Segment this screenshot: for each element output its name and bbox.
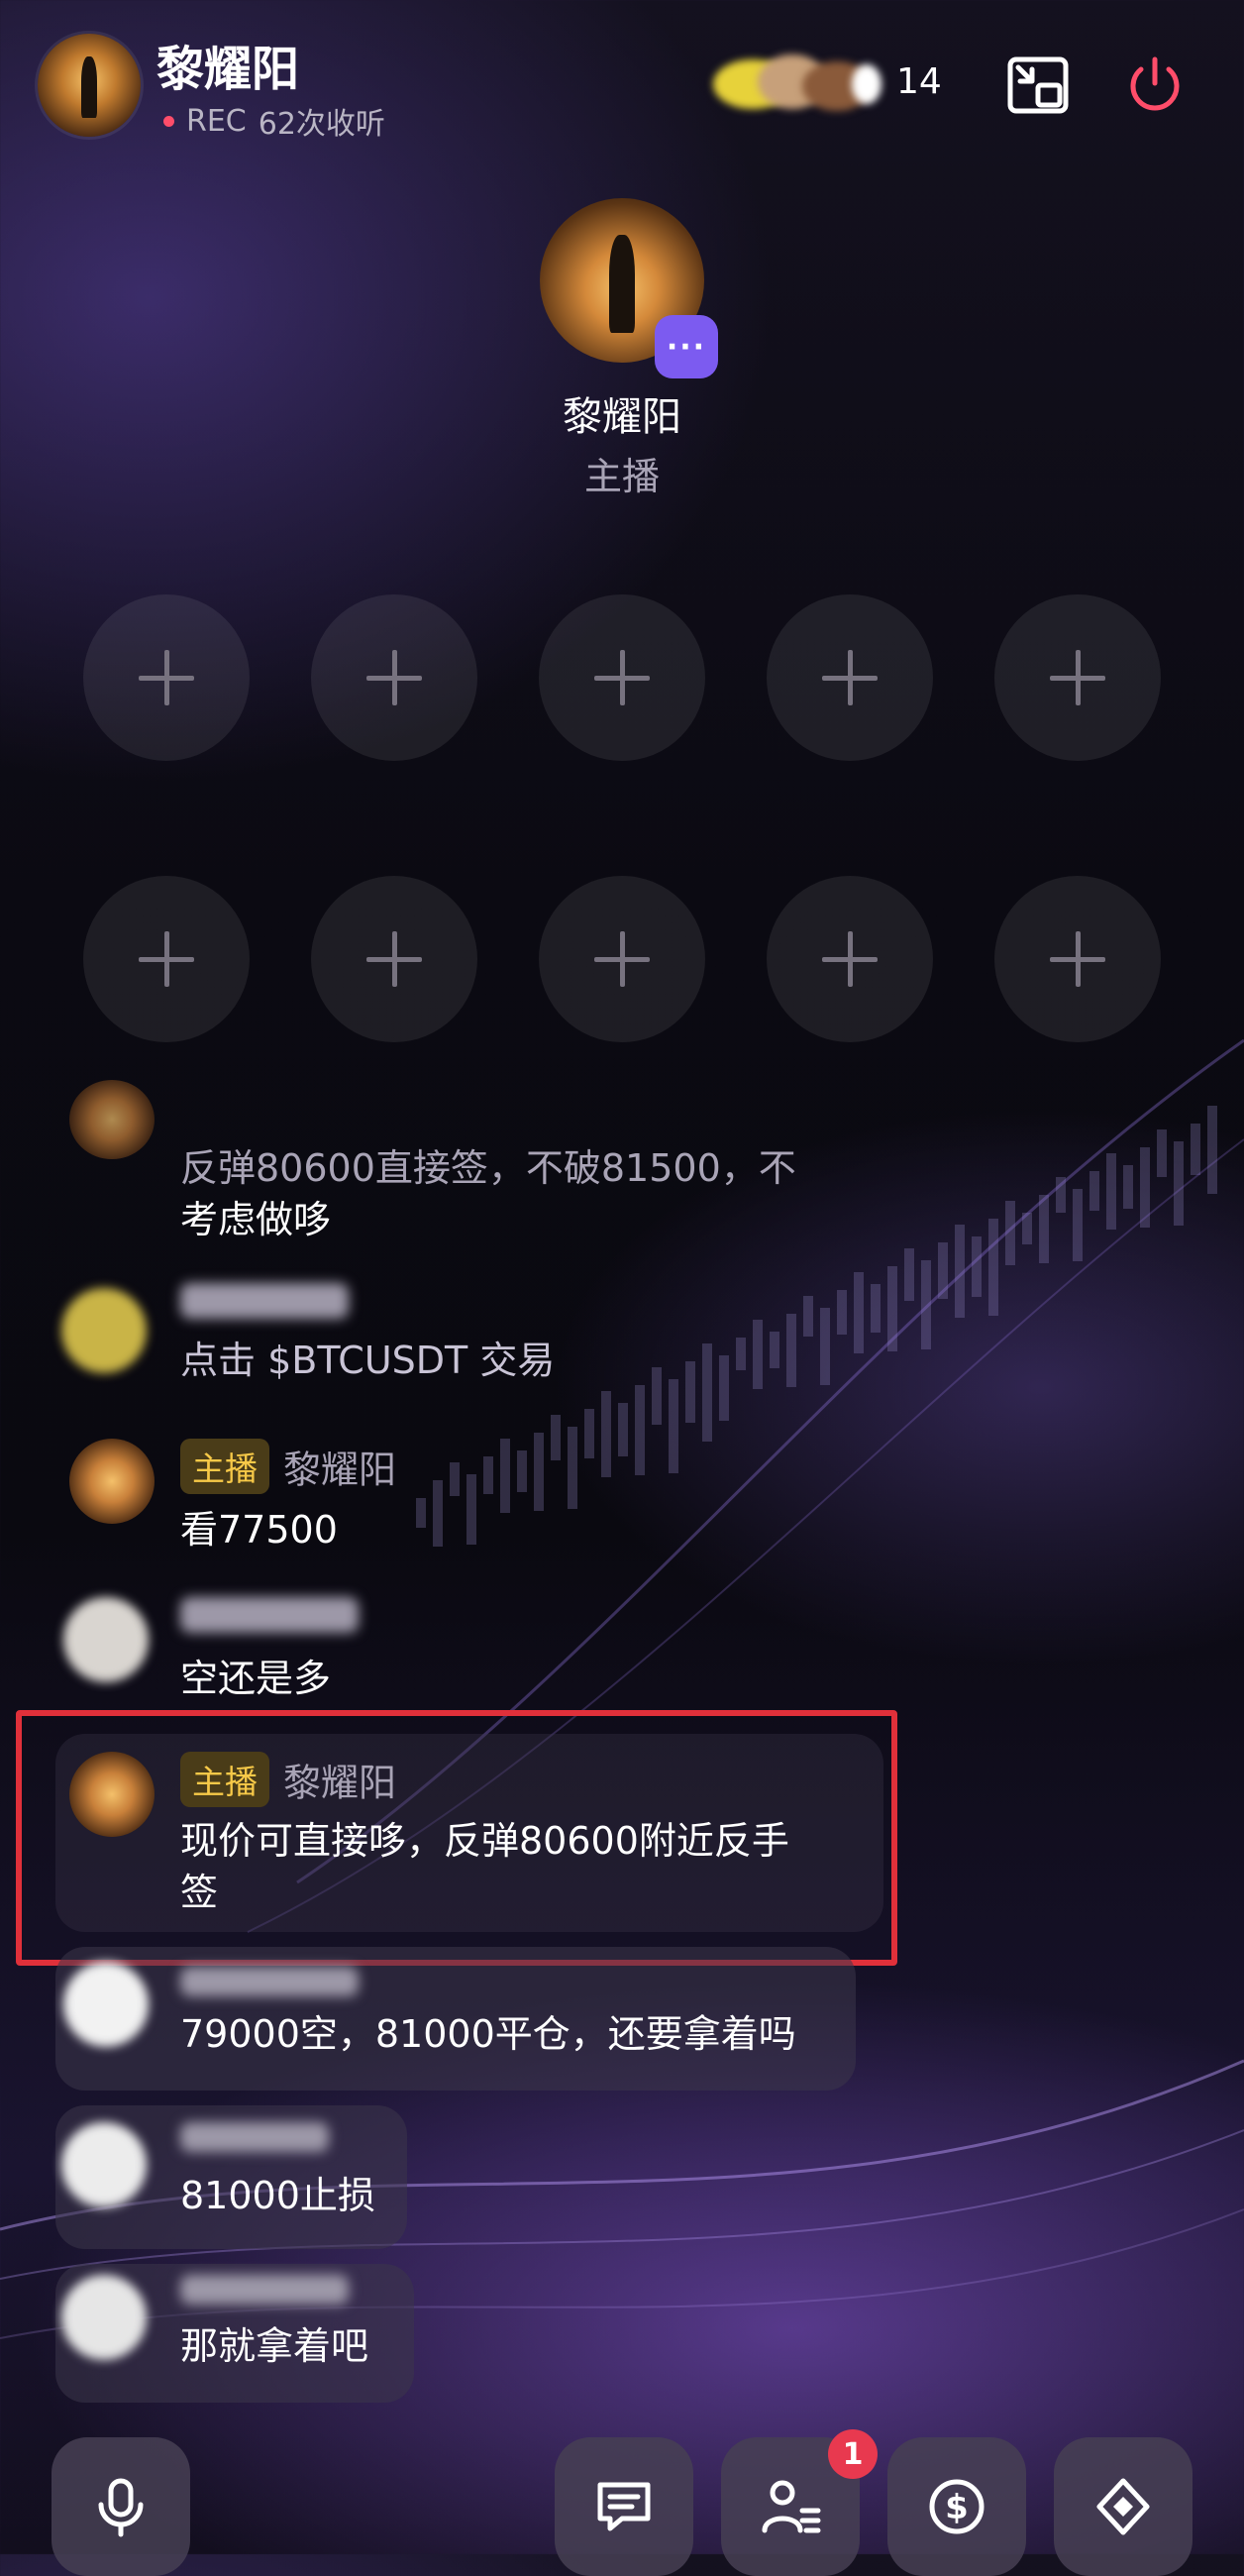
chat-icon: [597, 2482, 651, 2531]
microphone-icon: [98, 2478, 144, 2537]
background-candle: [1191, 1124, 1200, 1175]
host-avatar-small[interactable]: [38, 34, 141, 137]
message-text: 那就拿着吧: [180, 2324, 369, 2368]
background-candle: [972, 1236, 982, 1297]
user-avatar[interactable]: [69, 1080, 155, 1159]
sender-name-blurred: [180, 1283, 349, 1319]
rec-dot-icon: [163, 115, 174, 127]
user-avatar[interactable]: [63, 1597, 149, 1682]
chat-message: 81000止损: [180, 2122, 398, 2221]
more-dots-icon[interactable]: ···: [655, 315, 718, 378]
empty-seat-add[interactable]: [83, 876, 250, 1042]
listen-count: 62次收听: [258, 107, 385, 142]
chat-button[interactable]: [555, 2437, 693, 2576]
empty-seat-add[interactable]: [767, 594, 933, 761]
background-candle: [1207, 1106, 1217, 1194]
user-avatar[interactable]: [61, 2275, 147, 2360]
listener-avatars[interactable]: [703, 50, 881, 119]
user-avatar[interactable]: [61, 2122, 147, 2207]
user-avatar[interactable]: [61, 1288, 147, 1373]
empty-seat-add[interactable]: [311, 876, 477, 1042]
chat-message: 点击 $BTCUSDT 交易: [180, 1283, 893, 1386]
message-text: 反弹80600直接签，不破81500，不: [180, 1146, 796, 1190]
background-candle: [988, 1219, 998, 1316]
empty-seat-add[interactable]: [83, 594, 250, 761]
chat-message: 反弹80600直接签，不破81500，不 考虑做哆: [180, 1142, 893, 1245]
empty-seat-add[interactable]: [994, 594, 1161, 761]
host-name: 黎耀阳: [563, 394, 681, 440]
power-icon[interactable]: [1119, 50, 1191, 121]
rec-label: REC: [186, 103, 247, 139]
notification-badge: 1: [828, 2429, 878, 2479]
sender-name-blurred: [180, 2122, 329, 2152]
background-candle: [1039, 1195, 1049, 1263]
sender-name: 黎耀阳: [283, 1448, 397, 1492]
message-text: 79000空，81000平仓，还要拿着吗: [180, 2012, 796, 2056]
trade-button[interactable]: [1054, 2437, 1192, 2576]
user-avatar[interactable]: [63, 1962, 149, 2047]
empty-seat-add[interactable]: [767, 876, 933, 1042]
message-text: 看77500: [180, 1508, 338, 1552]
empty-seat-add[interactable]: [539, 594, 705, 761]
empty-seat-add[interactable]: [994, 876, 1161, 1042]
sender-name-blurred: [180, 2275, 349, 2305]
message-text: 点击 $BTCUSDT 交易: [180, 1339, 556, 1382]
background-candle: [904, 1248, 914, 1301]
diamond-icon: [1096, 2478, 1150, 2535]
room-host-name: 黎耀阳: [156, 42, 300, 97]
background-candle: [1106, 1153, 1116, 1230]
chat-message: 主播 黎耀阳 看77500: [180, 1439, 893, 1556]
chat-message: 79000空，81000平仓，还要拿着吗: [180, 1967, 874, 2060]
highlight-annotation: [16, 1710, 897, 1966]
rec-status: REC 62次收听: [163, 99, 385, 143]
message-text: 空还是多: [180, 1657, 332, 1700]
background-candle: [1089, 1171, 1099, 1211]
minimize-window-icon[interactable]: [1002, 50, 1074, 121]
host-avatar[interactable]: [69, 1439, 155, 1524]
dollar-coin-icon: $: [929, 2479, 985, 2534]
background-candle: [1157, 1129, 1167, 1177]
tip-button[interactable]: $: [887, 2437, 1026, 2576]
microphone-button[interactable]: [52, 2437, 190, 2576]
chat-message: 那就拿着吧: [180, 2275, 408, 2372]
host-role: 主播: [583, 455, 660, 498]
host-badge: 主播: [180, 1439, 269, 1494]
background-candle: [1174, 1141, 1184, 1226]
background-candle: [1123, 1165, 1133, 1209]
background-candle: [1073, 1189, 1083, 1261]
sender-name-blurred: [180, 1967, 359, 1996]
empty-seat-add[interactable]: [311, 594, 477, 761]
sender-name-blurred: [180, 1597, 359, 1633]
members-list-icon: [762, 2480, 821, 2533]
chat-message: 空还是多: [180, 1597, 893, 1704]
message-text: 考虑做哆: [180, 1198, 332, 1241]
svg-text:$: $: [945, 2488, 969, 2527]
message-text: 81000止损: [180, 2174, 375, 2217]
empty-seat-add[interactable]: [539, 876, 705, 1042]
listener-count: 14: [896, 61, 942, 102]
